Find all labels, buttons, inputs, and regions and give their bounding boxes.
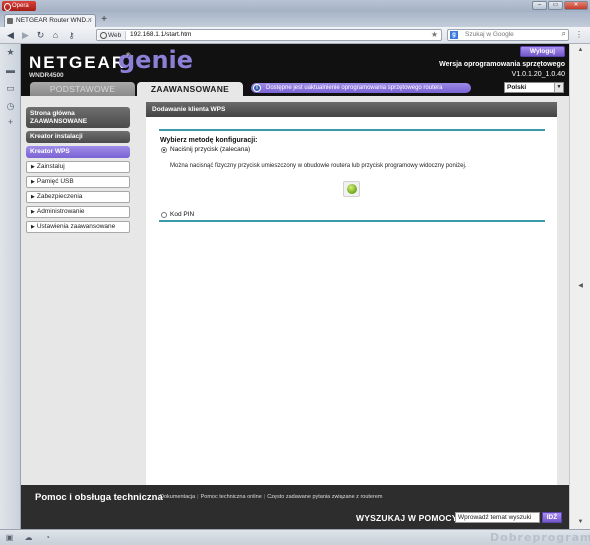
- triangle-icon: ▶: [31, 224, 35, 230]
- watermark-logo: Dobreprogramy: [490, 531, 590, 544]
- link-documentation[interactable]: Dokumentacja: [158, 494, 197, 500]
- divider: [159, 129, 545, 131]
- new-tab-button[interactable]: +: [99, 15, 109, 25]
- star-icon[interactable]: ★: [6, 48, 15, 57]
- nav-item-administration[interactable]: ▶ Administrowanie: [26, 206, 130, 218]
- side-panel: ★ ▬ ▭ ◷ +: [0, 44, 21, 529]
- divider: [159, 220, 545, 222]
- wps-panel: Dodawanie klienta WPS Wybierz metodę kon…: [146, 102, 557, 524]
- router-header: NETGEAR® genie WNDR4500 Wyloguj Wersja o…: [21, 44, 569, 96]
- speed-icon[interactable]: ◔: [43, 533, 52, 542]
- nav-item-security[interactable]: ▶ Zabezpieczenia: [26, 191, 130, 203]
- help-links: Dokumentacja | Pomoc techniczna online | Czę…: [158, 494, 384, 500]
- link-online-support[interactable]: Pomoc techniczna online: [199, 494, 264, 500]
- minimize-button[interactable]: –: [532, 1, 547, 10]
- left-nav: Strona główna ZAAWANSOWANE Kreator insta…: [26, 107, 130, 236]
- method-label: Wybierz metodę konfiguracji:: [160, 137, 258, 144]
- speech-icon[interactable]: ▬: [6, 66, 15, 75]
- tab-basic[interactable]: PODSTAWOWE: [30, 82, 135, 96]
- language-value[interactable]: Polski: [507, 84, 526, 91]
- search-field[interactable]: g Szukaj w Google ⌕: [447, 29, 569, 41]
- clock-icon[interactable]: ◷: [6, 102, 15, 111]
- firmware-version: V1.0.1.20_1.0.40: [511, 71, 565, 78]
- triangle-icon: ▶: [31, 179, 35, 185]
- help-search-input[interactable]: Wprowadź temat wyszuki: [455, 512, 540, 523]
- plus-icon[interactable]: +: [6, 118, 15, 127]
- wps-push-button[interactable]: [343, 181, 360, 197]
- tab-advanced[interactable]: ZAAWANSOWANE: [137, 82, 243, 96]
- triangle-icon: ▶: [31, 164, 35, 170]
- tab-bar: NETGEAR Router WND... × +: [0, 12, 590, 27]
- triangle-icon: ▶: [31, 209, 35, 215]
- nav-wps-wizard[interactable]: Kreator WPS: [26, 146, 130, 158]
- status-bar: ▣ ☁ ◔ Dobreprogramy: [0, 529, 590, 545]
- opera-menu-button[interactable]: Opera: [2, 1, 36, 11]
- panel-icon[interactable]: ▣: [5, 533, 14, 542]
- nav-item-advanced-setup[interactable]: ▶ Ustawienia zaawansowane: [26, 221, 130, 233]
- window-controls: – ▭ ✕: [532, 1, 588, 10]
- forward-icon[interactable]: ▶: [20, 30, 31, 41]
- reload-icon[interactable]: ↻: [35, 30, 46, 41]
- firmware-update-banner[interactable]: i Dostępne jest uaktualnienie oprogramow…: [251, 83, 471, 93]
- language-select[interactable]: Polski ▼: [504, 82, 564, 93]
- title-bar: Opera – ▭ ✕: [0, 0, 590, 12]
- radio-push-button[interactable]: [161, 147, 167, 153]
- bookmark-star-icon[interactable]: ★: [431, 30, 438, 40]
- address-field[interactable]: Web 192.168.1.1/start.htm ★: [96, 29, 442, 41]
- clip-icon[interactable]: ▭: [6, 84, 15, 93]
- cloud-icon[interactable]: ☁: [24, 533, 33, 542]
- menu-icon[interactable]: ⋮: [575, 31, 583, 39]
- genie-logo: genie: [118, 46, 194, 74]
- triangle-icon: ▶: [31, 194, 35, 200]
- chevron-down-icon[interactable]: ▼: [554, 83, 563, 92]
- scroll-marker-icon[interactable]: ◀: [576, 282, 585, 291]
- link-faq[interactable]: Często zadawane pytania związane z route…: [265, 494, 384, 500]
- scroll-up-icon[interactable]: ▲: [576, 46, 585, 55]
- maximize-button[interactable]: ▭: [548, 1, 563, 10]
- scroll-down-icon[interactable]: ▼: [576, 518, 585, 527]
- firmware-label: Wersja oprogramowania sprzętowego: [439, 61, 565, 68]
- close-window-button[interactable]: ✕: [564, 1, 588, 10]
- nav-item-usb-storage[interactable]: ▶ Pamięć USB: [26, 176, 130, 188]
- model-name: WNDR4500: [29, 72, 64, 79]
- help-search-label: WYSZUKAJ W POMOCY: [356, 513, 458, 523]
- home-icon[interactable]: ⌂: [50, 30, 61, 41]
- url-text[interactable]: 192.168.1.1/start.htm: [130, 30, 191, 40]
- key-icon[interactable]: ⚷: [66, 30, 77, 41]
- google-icon[interactable]: g: [450, 31, 458, 39]
- update-banner-text[interactable]: Dostępne jest uaktualnienie oprogramowan…: [266, 85, 442, 91]
- tab-title: NETGEAR Router WND...: [16, 17, 92, 24]
- web-badge[interactable]: Web: [98, 31, 127, 40]
- radio-pin[interactable]: [161, 212, 167, 218]
- netgear-logo: NETGEAR®: [29, 53, 131, 72]
- radio-pin-label[interactable]: Kod PIN: [170, 211, 194, 218]
- radio-push-button-label[interactable]: Naciśnij przycisk (zalecana): [170, 146, 250, 153]
- close-tab-icon[interactable]: ×: [88, 15, 92, 27]
- page-scrollbar[interactable]: ▲ ◀ ▼: [569, 44, 590, 529]
- panel-title: Dodawanie klienta WPS: [146, 102, 557, 117]
- help-title: Pomoc i obsługa techniczna: [35, 492, 163, 503]
- info-icon: i: [253, 84, 261, 92]
- browser-tab[interactable]: NETGEAR Router WND... ×: [4, 14, 96, 27]
- router-page: NETGEAR® genie WNDR4500 Wyloguj Wersja o…: [21, 44, 569, 529]
- search-icon[interactable]: ⌕: [562, 29, 566, 39]
- nav-setup-wizard[interactable]: Kreator instalacji: [26, 131, 130, 143]
- help-search-button[interactable]: IDŹ: [542, 512, 562, 523]
- search-placeholder[interactable]: Szukaj w Google: [465, 30, 514, 40]
- favicon-icon: [7, 18, 13, 24]
- nav-item-setup[interactable]: ▶ Zainstaluj: [26, 161, 130, 173]
- address-toolbar: ◀ ▶ ↻ ⌂ ⚷ Web 192.168.1.1/start.htm ★ g …: [0, 27, 590, 44]
- back-icon[interactable]: ◀: [5, 30, 16, 41]
- help-footer: Pomoc i obsługa techniczna Dokumentacja |…: [21, 485, 569, 529]
- logout-button[interactable]: Wyloguj: [520, 46, 565, 57]
- wps-description: Można nacisnąć fizyczny przycisk umieszc…: [170, 163, 467, 169]
- nav-home-advanced[interactable]: Strona główna ZAAWANSOWANE: [26, 107, 130, 128]
